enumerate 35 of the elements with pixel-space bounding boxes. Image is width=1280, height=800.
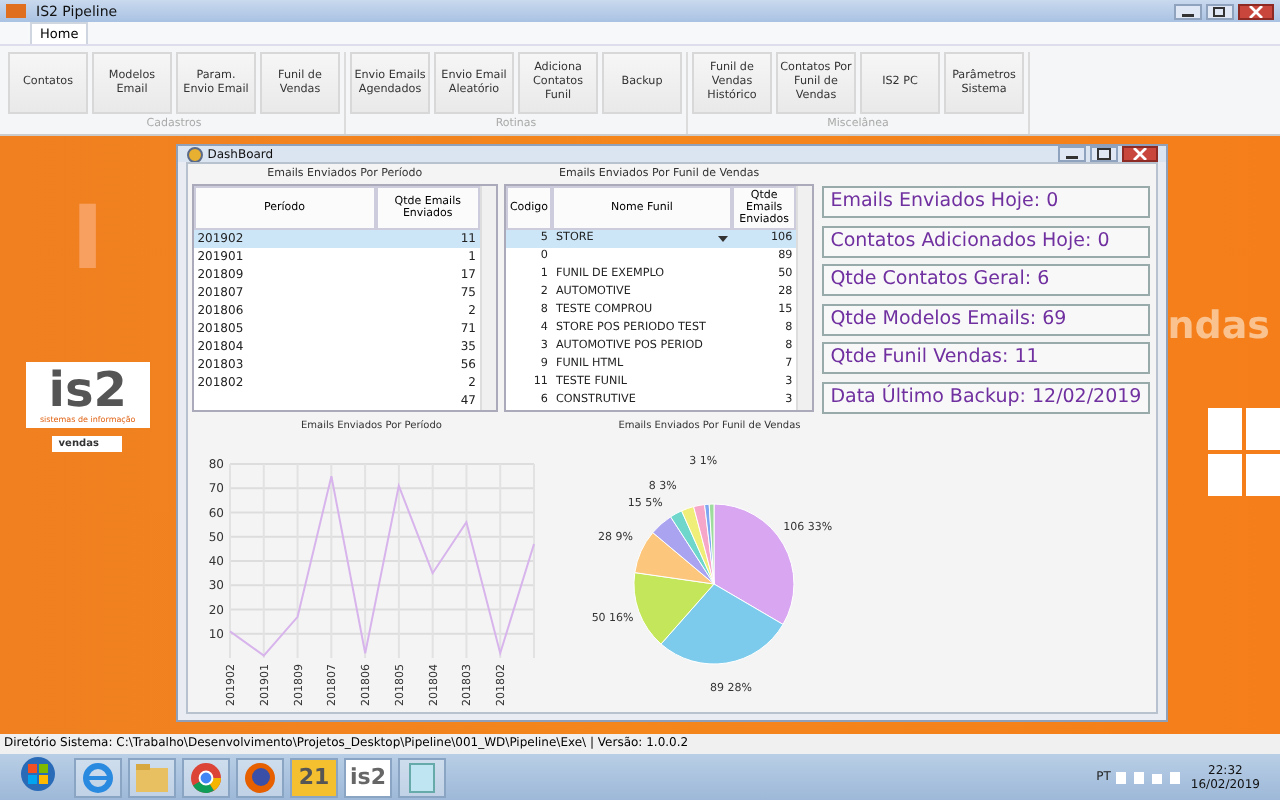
taskbar-app[interactable] (182, 757, 230, 797)
restore-icon (1212, 5, 1228, 17)
close-button[interactable] (1238, 3, 1274, 19)
scrollbar[interactable] (479, 186, 496, 410)
taskbar-app[interactable] (74, 757, 122, 797)
dropdown-icon (717, 236, 728, 242)
banner-text: ndas (1167, 304, 1270, 348)
stat-label: Qtde Modelos Emails: 69 (822, 303, 1150, 335)
banner-text: I (71, 188, 105, 290)
notepad-icon (408, 761, 436, 793)
maximize-button[interactable] (1089, 146, 1118, 162)
restore-button[interactable] (1206, 3, 1234, 19)
stat-label: Contatos Adicionados Hoje: 0 (822, 225, 1150, 257)
windows-orb-icon (20, 755, 56, 791)
minimize-button[interactable] (1174, 3, 1202, 19)
stat-label: Data Último Backup: 12/02/2019 (822, 381, 1150, 413)
logo-text: is2 (48, 366, 127, 414)
folder-icon (136, 763, 168, 791)
firefox-icon (244, 761, 276, 793)
chrome-icon (190, 761, 222, 793)
maximize-icon (1095, 148, 1112, 160)
app-icon (6, 4, 26, 18)
close-button[interactable] (1121, 146, 1158, 162)
browser-e-icon (82, 761, 114, 793)
taskbar-app[interactable]: 21 (290, 757, 338, 797)
dashboard-icon (185, 146, 204, 162)
minimize-button[interactable] (1057, 146, 1086, 162)
stat-label: Qtde Contatos Geral: 6 (822, 264, 1150, 296)
taskbar-app[interactable]: is2 (344, 757, 392, 797)
taskbar-app[interactable] (236, 757, 284, 797)
scrollbar[interactable] (796, 186, 813, 410)
close-icon (1248, 5, 1264, 17)
stat-label: Emails Enviados Hoje: 0 (822, 186, 1150, 218)
windows-logo-icon (1208, 408, 1280, 496)
stat-label: Qtde Funil Vendas: 11 (822, 342, 1150, 374)
